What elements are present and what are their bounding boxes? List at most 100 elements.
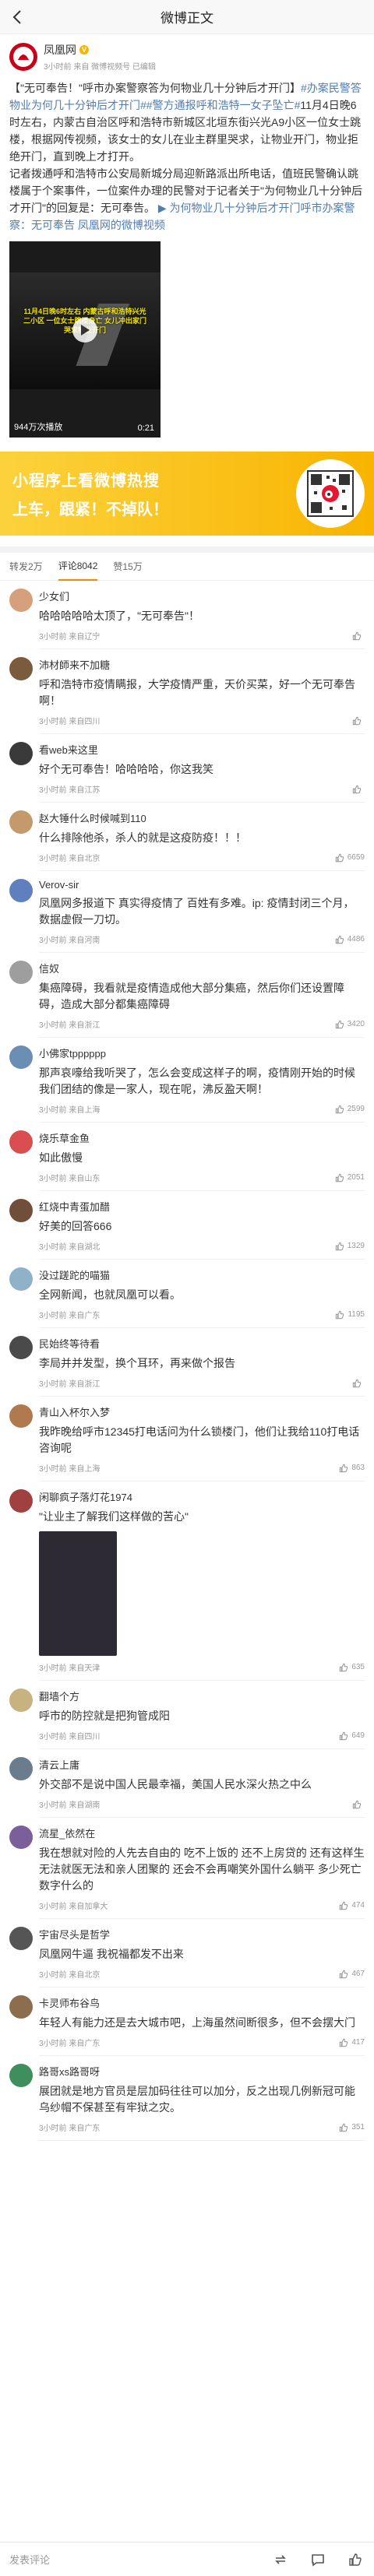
topic-link-2[interactable]: #警方通报呼和浩特一女子坠亡#: [146, 99, 301, 111]
comment-meta: 3小时前 来自上海: [39, 1465, 101, 1474]
avatar[interactable]: [9, 1046, 33, 1069]
comment-like-count: 4486: [347, 935, 365, 944]
comment-like-button[interactable]: 2599: [335, 1105, 365, 1114]
repost-icon[interactable]: [271, 2550, 290, 2569]
comment-author[interactable]: 宇宙尽头是哲学: [39, 1927, 365, 1942]
video-link-icon[interactable]: ▶: [155, 202, 170, 214]
avatar[interactable]: [9, 1995, 33, 2019]
video-link[interactable]: 为何物业几十分钟后才开门: [170, 202, 301, 214]
play-icon[interactable]: [72, 318, 97, 343]
list-item: 宇宙尽头是哲学 凤凰网牛逼 我祝福都发不出来 3小时前 来自北京 467: [9, 1919, 365, 1987]
avatar[interactable]: [9, 1927, 33, 1950]
comment-like-button[interactable]: [352, 631, 365, 641]
comment-like-button[interactable]: 1195: [335, 1310, 365, 1320]
list-item: 卡灵师布谷鸟 年轻人有能力还是去大城市吧，上海虽然间断很多，但不会摆大门 3小时前 …: [9, 1987, 365, 2056]
comment-like-button[interactable]: 417: [339, 2038, 365, 2047]
comment-icon[interactable]: [309, 2550, 327, 2569]
comment-like-button[interactable]: 635: [339, 1663, 365, 1672]
comment-like-button[interactable]: 863: [339, 1464, 365, 1473]
miniapp-banner[interactable]: 小程序上看微博热搜 上车，跟紧！不掉队！: [0, 452, 374, 536]
comment-author[interactable]: Verov-sir: [39, 879, 365, 891]
tab-repost[interactable]: 转发2万: [9, 553, 43, 581]
comment-meta-row: 3小时前 来自北京 6659: [39, 852, 365, 863]
comment-author[interactable]: 少女们: [39, 589, 365, 603]
avatar[interactable]: [9, 1689, 33, 1712]
comment-author[interactable]: 路哥xs路哥呀: [39, 2064, 365, 2079]
comment-like-button[interactable]: 467: [339, 1970, 365, 1979]
avatar[interactable]: [9, 589, 33, 612]
avatar[interactable]: [9, 1826, 33, 1849]
comment-meta: 3小时前 来自上海: [39, 1106, 101, 1115]
comment-meta-row: 3小时前 来自上海 863: [39, 1462, 365, 1474]
comment-like-button[interactable]: [352, 785, 365, 794]
avatar[interactable]: [9, 1489, 33, 1513]
tab-like[interactable]: 赞15万: [113, 553, 142, 581]
comment-like-button[interactable]: 474: [339, 1901, 365, 1910]
comment-author[interactable]: 烧乐草金鱼: [39, 1130, 365, 1145]
avatar[interactable]: [9, 1267, 33, 1291]
comment-like-button[interactable]: 649: [339, 1731, 365, 1741]
comment-body: 小佛家tpppppp 那声哀嚎给我听哭了，怎么会变成这样子的啊，疫情刚开始的时候我…: [39, 1046, 365, 1123]
comment-author[interactable]: 信奴: [39, 961, 365, 975]
video-player[interactable]: 11月4日晚6时左右 内蒙古呼和浩特兴光二小区 一位女士跳楼身亡 女儿冲出家门 …: [9, 241, 161, 438]
comment-body: 没过蹉跎的喵猫 全网新闻，也就凤凰可以看。 3小时前 来自广东 1195: [39, 1267, 365, 1328]
comment-like-count: 2051: [347, 1173, 365, 1182]
avatar[interactable]: [9, 879, 33, 902]
post-author[interactable]: 凤凰网 V 3小时前 来自 微博视频号 已编辑: [9, 42, 365, 72]
comment-author[interactable]: 闲聊疯子落灯花1974: [39, 1489, 365, 1504]
comment-author[interactable]: 民始终等待看: [39, 1336, 365, 1351]
tab-comment[interactable]: 评论8042: [58, 553, 98, 581]
avatar[interactable]: [9, 810, 33, 834]
comment-author[interactable]: 卡灵师布谷鸟: [39, 1995, 365, 2010]
comment-body: 清云上庸 外交部不是说中国人民最幸福，美国人民水深火热之中么 3小时前 来自湖南: [39, 1757, 365, 1818]
like-icon[interactable]: [346, 2550, 365, 2569]
avatar[interactable]: [9, 657, 33, 680]
comment-body: 红烧中青蛋加醋 好美的回答666 3小时前 来自湖北 1329: [39, 1199, 365, 1260]
video-views: 944万次播放: [14, 423, 63, 432]
comment-image[interactable]: [39, 1531, 117, 1656]
comment-like-button[interactable]: 2051: [335, 1173, 365, 1183]
comment-like-count: 351: [351, 2123, 365, 2131]
comment-meta-row: 3小时前 来自山东 2051: [39, 1172, 365, 1183]
comment-like-button[interactable]: 351: [339, 2123, 365, 2132]
avatar[interactable]: [9, 2064, 33, 2087]
comment-author[interactable]: 看web来这里: [39, 742, 365, 757]
avatar[interactable]: [9, 1757, 33, 1780]
source-link[interactable]: 凤凰网的微博视频: [78, 219, 165, 231]
author-name[interactable]: 凤凰网: [44, 42, 76, 58]
avatar[interactable]: [9, 961, 33, 984]
like-icon: [352, 1379, 362, 1387]
avatar[interactable]: [9, 1199, 33, 1222]
comment-author[interactable]: 没过蹉跎的喵猫: [39, 1267, 365, 1282]
comment-like-count: 474: [351, 1901, 365, 1910]
avatar[interactable]: [9, 742, 33, 765]
comment-author[interactable]: 红烧中青蛋加醋: [39, 1199, 365, 1214]
comment-meta: 3小时前 来自湖北: [39, 1243, 101, 1252]
comment-author[interactable]: 小佛家tpppppp: [39, 1046, 365, 1060]
comment-author[interactable]: 沛材師来不加糖: [39, 657, 365, 672]
comment-like-button[interactable]: [352, 1379, 365, 1388]
comment-input[interactable]: 发表评论: [9, 2552, 252, 2567]
list-item: 路哥xs路哥呀 展团就是地方官员是层加码往往可以加分，反之出现几例新冠可能乌纱帽不…: [9, 2056, 365, 2141]
comment-author[interactable]: 翻墙个方: [39, 1689, 365, 1703]
comment-like-button[interactable]: 1329: [335, 1242, 365, 1251]
comment-like-count: 467: [351, 1970, 365, 1978]
comment-text: 我昨晚给呼市12345打电话问为什么锁楼门，他们让我给110打电话咨询呢: [39, 1425, 360, 1454]
comment-author[interactable]: 青山入杯尔入梦: [39, 1404, 365, 1419]
back-icon[interactable]: [8, 8, 26, 26]
comment-meta: 3小时前 来自广东: [39, 1312, 101, 1320]
avatar[interactable]: [9, 1336, 33, 1359]
comment-like-button[interactable]: 6659: [335, 853, 365, 863]
comment-author[interactable]: 流星_依然在: [39, 1826, 365, 1840]
comment-like-button[interactable]: 4486: [335, 935, 365, 944]
comment-like-button[interactable]: 3420: [335, 1020, 365, 1029]
avatar[interactable]: [9, 1130, 33, 1154]
comment-like-count: 649: [351, 1731, 365, 1740]
comment-like-button[interactable]: [352, 716, 365, 726]
avatar[interactable]: [9, 1404, 33, 1428]
avatar[interactable]: [9, 43, 37, 71]
comment-like-button[interactable]: [352, 1800, 365, 1809]
comment-author[interactable]: 清云上庸: [39, 1757, 365, 1772]
comment-author[interactable]: 赵大锤什么时候喊到110: [39, 810, 365, 825]
comment-like-count: 635: [351, 1663, 365, 1671]
